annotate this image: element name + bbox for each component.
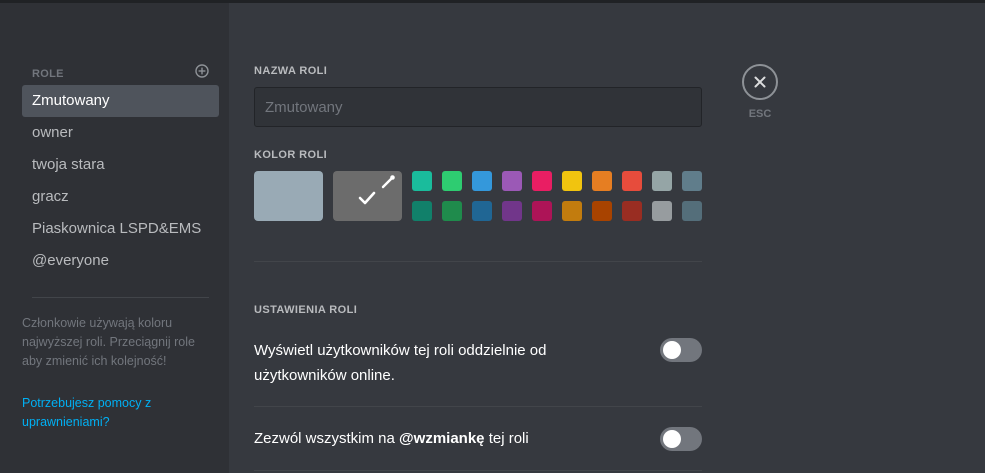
custom-color-swatch[interactable] xyxy=(333,171,402,221)
role-name-label: NAZWA ROLI xyxy=(254,65,328,77)
color-swatch[interactable] xyxy=(622,201,642,221)
section-divider xyxy=(254,261,702,262)
role-name-input[interactable] xyxy=(254,87,702,127)
roles-header-label: ROLE xyxy=(32,68,64,80)
color-swatch[interactable] xyxy=(562,201,582,221)
toggle-knob xyxy=(663,430,681,448)
color-swatch[interactable] xyxy=(502,171,522,191)
default-color-swatch[interactable] xyxy=(254,171,323,221)
color-swatch[interactable] xyxy=(622,171,642,191)
color-swatch[interactable] xyxy=(652,201,672,221)
close-button[interactable] xyxy=(742,64,778,100)
plus-circle-icon[interactable] xyxy=(195,64,209,78)
allow-mention-toggle[interactable] xyxy=(660,427,702,451)
sidebar-divider xyxy=(32,297,209,298)
color-swatch[interactable] xyxy=(592,171,612,191)
color-swatch[interactable] xyxy=(412,171,432,191)
esc-label: ESC xyxy=(748,108,772,120)
allow-mention-text-prefix: Zezwól wszystkim na xyxy=(254,430,400,447)
color-swatch[interactable] xyxy=(652,171,672,191)
role-settings-label: USTAWIENIA ROLI xyxy=(254,304,358,316)
toggle-knob xyxy=(663,341,681,359)
color-swatch[interactable] xyxy=(532,171,552,191)
eyedropper-icon xyxy=(381,175,395,189)
role-item-twoja-stara[interactable]: twoja stara xyxy=(22,149,219,181)
color-swatch[interactable] xyxy=(472,201,492,221)
color-swatch[interactable] xyxy=(472,171,492,191)
allow-mention-text: Zezwól wszystkim na @wzmiankę tej roli xyxy=(254,426,594,451)
color-swatch[interactable] xyxy=(412,201,432,221)
allow-mention-text-bold: @wzmiankę xyxy=(399,430,485,447)
display-separately-toggle[interactable] xyxy=(660,338,702,362)
role-item-zmutowany[interactable]: Zmutowany xyxy=(22,85,219,117)
roles-header: ROLE xyxy=(32,64,209,80)
allow-mention-text-suffix: tej roli xyxy=(484,430,529,447)
role-order-note: Członkowie używają koloru najwyższej rol… xyxy=(22,316,195,368)
permissions-help-link[interactable]: Potrzebujesz pomocy z uprawnieniami? xyxy=(22,394,217,432)
role-color-label: KOLOR ROLI xyxy=(254,149,328,161)
role-item-everyone[interactable]: @everyone xyxy=(22,245,219,277)
color-swatch[interactable] xyxy=(442,171,462,191)
role-item-piaskownica[interactable]: Piaskownica LSPD&EMS xyxy=(22,213,219,245)
color-swatch[interactable] xyxy=(532,201,552,221)
color-swatch[interactable] xyxy=(442,201,462,221)
role-item-owner[interactable]: owner xyxy=(22,117,219,149)
color-swatch[interactable] xyxy=(502,201,522,221)
display-separately-text: Wyświetl użytkowników tej roli oddzielni… xyxy=(254,342,547,384)
color-swatch[interactable] xyxy=(682,171,702,191)
color-swatch[interactable] xyxy=(562,171,582,191)
color-swatch[interactable] xyxy=(682,201,702,221)
close-icon xyxy=(754,76,766,88)
setting-divider xyxy=(254,406,702,407)
setting-divider xyxy=(254,470,702,471)
color-swatch[interactable] xyxy=(592,201,612,221)
check-icon xyxy=(358,191,376,205)
role-item-gracz[interactable]: gracz xyxy=(22,181,219,213)
